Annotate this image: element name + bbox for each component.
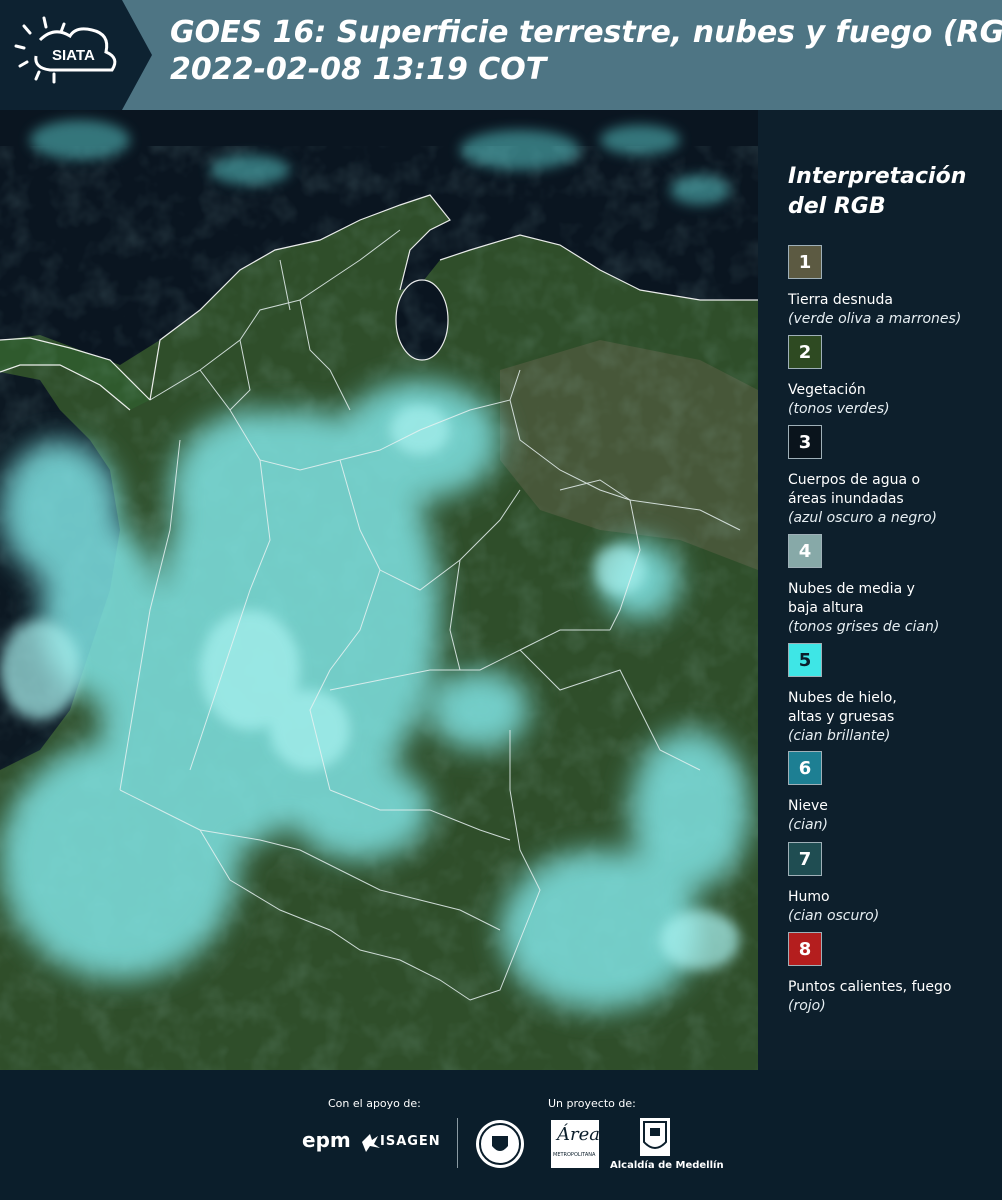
alcaldia-shield-icon[interactable] [640,1118,670,1156]
footer: Con el apoyo de: Un proyecto de: epm ISA… [0,1070,1002,1200]
svg-text:SIATA: SIATA [52,47,95,64]
legend-label: Vegetación [788,382,866,398]
legend-label: Nieve [788,798,828,814]
legend-item-6: 6 Nieve (cian) [788,751,998,835]
legend-item-2: 2 Vegetación (tonos verdes) [788,335,998,419]
legend-desc: (rojo) [788,998,826,1014]
legend-swatch-4: 4 [788,534,822,568]
project-label: Un proyecto de: [548,1097,636,1110]
legend-desc: (tonos verdes) [788,401,890,417]
legend-desc: (azul oscuro a negro) [788,510,937,526]
legend-swatch-1: 1 [788,245,822,279]
footer-divider [457,1118,458,1168]
legend-swatch-5: 5 [788,643,822,677]
legend-item-7: 7 Humo (cian oscuro) [788,842,998,926]
area-metropolitana-logo[interactable]: Área METROPOLITANA [551,1120,600,1168]
title-line-1: GOES 16: Superficie terrestre, nubes y f… [170,15,1002,50]
medellin-seal-icon[interactable] [476,1120,524,1168]
satellite-map[interactable] [0,110,758,1070]
legend-item-1: 1 Tierra desnuda (verde oliva a marrones… [788,245,998,329]
legend-label: Humo [788,889,830,905]
legend-label: Nubes de hielo, altas y gruesas [788,690,897,725]
legend-swatch-7: 7 [788,842,822,876]
siata-logo[interactable]: SIATA [0,0,152,110]
legend-item-4: 4 Nubes de media y baja altura (tonos gr… [788,534,998,637]
legend-label: Puntos calientes, fuego [788,979,952,995]
legend-label: Nubes de media y baja altura [788,581,915,616]
legend-desc: (cian) [788,817,828,833]
legend-title: Interpretación del RGB [788,164,967,219]
alcaldia-label: Alcaldía de Medellín [610,1160,724,1171]
title-line-2: 2022-02-08 13:19 COT [170,52,547,87]
legend-item-3: 3 Cuerpos de agua o áreas inundadas (azu… [788,425,998,528]
support-label: Con el apoyo de: [328,1097,421,1110]
legend-item-5: 5 Nubes de hielo, altas y gruesas (cian … [788,643,998,746]
legend-swatch-3: 3 [788,425,822,459]
legend-desc: (tonos grises de cian) [788,619,940,635]
rgb-legend: Interpretación del RGB 1 Tierra desnuda … [758,110,1002,1070]
legend-desc: (verde oliva a marrones) [788,311,962,327]
legend-label: Tierra desnuda [788,292,893,308]
legend-label: Cuerpos de agua o áreas inundadas [788,472,921,507]
legend-desc: (cian oscuro) [788,908,880,924]
page-title: GOES 16: Superficie terrestre, nubes y f… [170,14,1002,88]
legend-item-8: 8 Puntos calientes, fuego (rojo) [788,932,998,1016]
legend-swatch-2: 2 [788,335,822,369]
epm-logo[interactable]: epm [302,1128,351,1152]
header-bar: SIATA GOES 16: Superficie terrestre, nub… [0,0,1002,110]
legend-swatch-6: 6 [788,751,822,785]
satellite-image [0,110,758,1070]
legend-swatch-8: 8 [788,932,822,966]
legend-desc: (cian brillante) [788,728,891,744]
